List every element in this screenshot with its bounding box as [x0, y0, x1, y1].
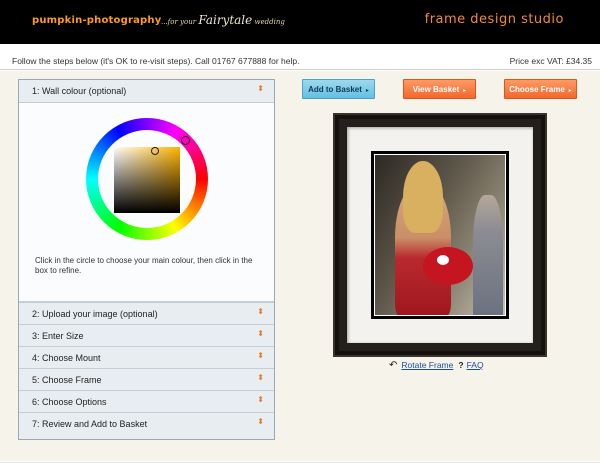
step-label: 5: Choose Frame: [32, 375, 102, 385]
brand-logo[interactable]: pumpkin-photography: [32, 15, 161, 26]
step-label: 7: Review and Add to Basket: [32, 419, 148, 429]
caret-right-icon: ▸: [463, 88, 467, 94]
updown-arrows-icon: ⬍: [257, 84, 264, 93]
updown-arrows-icon: ⬍: [257, 395, 264, 404]
updown-arrows-icon: ⬍: [257, 307, 264, 316]
preview-links: ↶ Rotate Frame? FAQ: [389, 360, 484, 371]
step-choose-mount[interactable]: 4: Choose Mount ⬍: [19, 346, 274, 368]
tagline-prefix: ...for your: [161, 18, 197, 26]
steps-panel: 1: Wall colour (optional) ⬍ Click in the…: [18, 79, 275, 440]
rotate-arrow-icon: ↶: [389, 360, 398, 371]
mount-preview: [347, 127, 533, 343]
step-wall-colour[interactable]: 1: Wall colour (optional) ⬍: [19, 80, 274, 102]
colour-help-text: Click in the circle to choose your main …: [35, 256, 253, 275]
updown-arrows-icon: ⬍: [257, 329, 264, 338]
info-bar: Follow the steps below (it's OK to re-vi…: [0, 52, 600, 70]
colour-picker: Click in the circle to choose your main …: [19, 102, 274, 302]
step-label: 6: Choose Options: [32, 397, 107, 407]
step-label: 3: Enter Size: [32, 331, 84, 341]
main-content: 1: Wall colour (optional) ⬍ Click in the…: [0, 71, 600, 461]
caret-right-icon: ▸: [365, 88, 369, 94]
tagline: ...for your Fairytale wedding: [161, 13, 285, 27]
caret-right-icon: ▸: [568, 88, 572, 94]
view-basket-button[interactable]: View Basket ▸: [403, 79, 476, 99]
updown-arrows-icon: ⬍: [257, 351, 264, 360]
hue-marker[interactable]: [181, 136, 190, 145]
choose-frame-button[interactable]: Choose Frame ▸: [504, 79, 577, 99]
footer-line: [0, 462, 600, 468]
step-choose-options[interactable]: 6: Choose Options ⬍: [19, 390, 274, 412]
add-to-basket-label: Add to Basket: [308, 85, 362, 94]
tagline-suffix: wedding: [254, 18, 285, 26]
saturation-marker[interactable]: [151, 147, 159, 155]
price-label: Price exc VAT: £34.35: [509, 56, 592, 66]
photo-preview: [371, 151, 509, 319]
studio-title: frame design studio: [424, 12, 564, 27]
step-enter-size[interactable]: 3: Enter Size ⬍: [19, 324, 274, 346]
question-icon: ?: [458, 360, 464, 370]
step-choose-frame[interactable]: 5: Choose Frame ⬍: [19, 368, 274, 390]
frame-preview: [333, 113, 547, 357]
step-label: 2: Upload your image (optional): [32, 309, 158, 319]
add-to-basket-button[interactable]: Add to Basket ▸: [302, 79, 375, 99]
step-label: 4: Choose Mount: [32, 353, 101, 363]
rotate-frame-link[interactable]: Rotate Frame: [401, 360, 453, 370]
step-upload-image[interactable]: 2: Upload your image (optional) ⬍: [19, 302, 274, 324]
choose-frame-label: Choose Frame: [509, 85, 565, 94]
view-basket-label: View Basket: [412, 85, 460, 94]
updown-arrows-icon: ⬍: [257, 373, 264, 382]
tagline-fancy: Fairytale: [198, 13, 253, 27]
instructions-text: Follow the steps below (it's OK to re-vi…: [12, 56, 300, 66]
faq-link[interactable]: FAQ: [467, 360, 484, 370]
step-review-basket[interactable]: 7: Review and Add to Basket ⬍: [19, 412, 274, 434]
saturation-box[interactable]: [114, 147, 180, 213]
updown-arrows-icon: ⬍: [257, 417, 264, 426]
bride-photo: [374, 154, 506, 316]
step-label: 1: Wall colour (optional): [32, 86, 127, 96]
site-header: pumpkin-photography ...for your Fairytal…: [0, 0, 600, 44]
